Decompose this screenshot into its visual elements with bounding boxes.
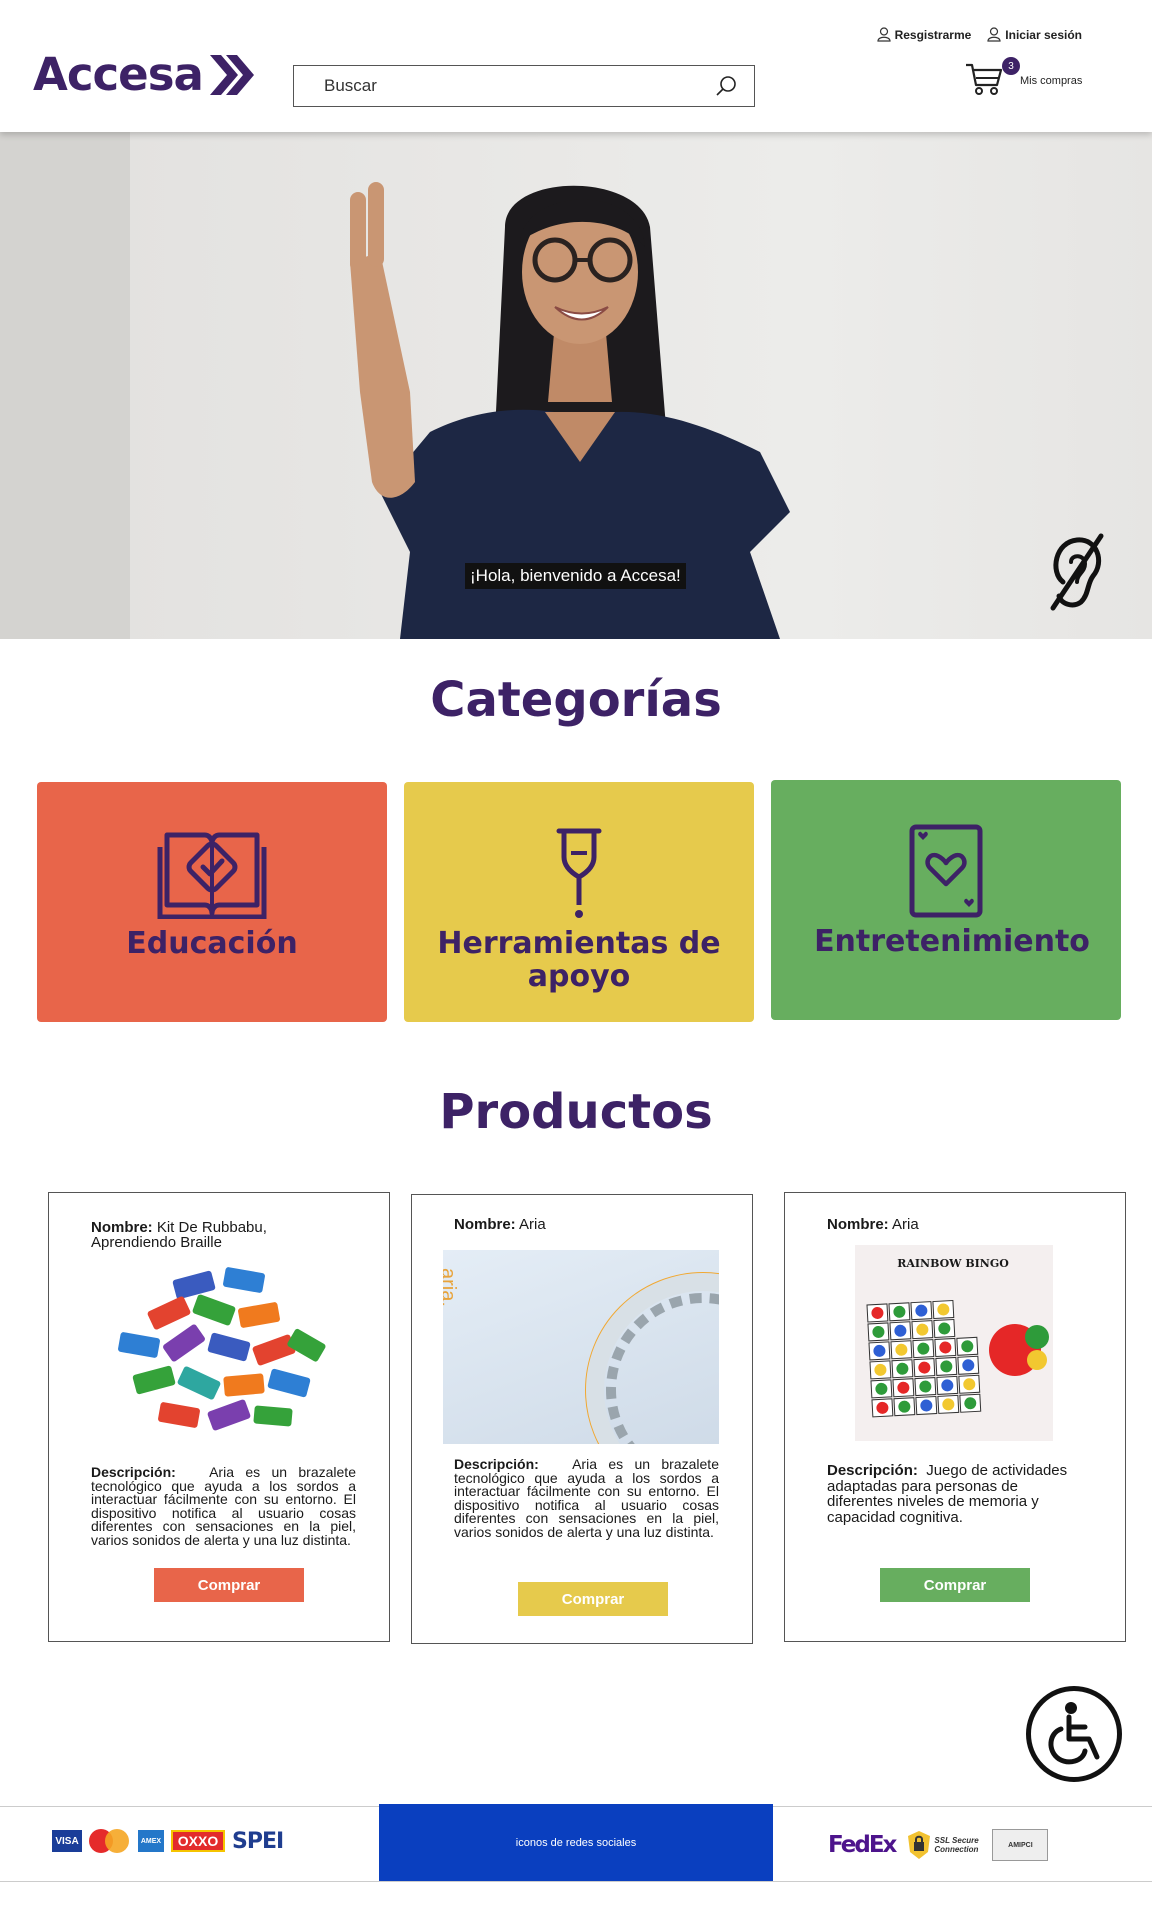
product-name: Nombre: Aria	[827, 1217, 919, 1232]
ssl-badge: SSL Secure Connection	[907, 1830, 980, 1860]
amex-text: AMEX	[140, 1837, 162, 1845]
user-icon	[876, 27, 891, 42]
fedex-logo: FedEx	[828, 1832, 897, 1858]
category-card-education[interactable]: Educación	[37, 782, 387, 1022]
search-bar[interactable]	[293, 65, 755, 107]
spei-logo: SPEI	[232, 1828, 284, 1854]
crutch-icon	[554, 827, 604, 919]
login-label: Iniciar sesión	[1005, 27, 1082, 42]
product-card: Nombre: Aria aria. Descripción: Aria es …	[411, 1194, 753, 1644]
deaf-sign-icon[interactable]	[1045, 532, 1111, 612]
buy-button[interactable]: Comprar	[880, 1568, 1030, 1602]
playing-card-heart-icon	[908, 824, 984, 918]
amipci-seal: AMIPCI	[992, 1829, 1049, 1861]
register-label: Resgistrarme	[894, 27, 972, 42]
category-label: Herramientas de apoyo	[437, 926, 721, 994]
bracelet-image	[585, 1272, 719, 1444]
product-image[interactable]	[114, 1265, 334, 1435]
product-description: Descripción: Juego de actividades adapta…	[827, 1463, 1077, 1525]
social-icons-placeholder[interactable]: iconos de redes sociales	[379, 1804, 773, 1881]
user-icon	[987, 27, 1001, 42]
wheelchair-icon	[1048, 1702, 1100, 1765]
page: Accesa Resgistrarme	[0, 0, 1152, 1923]
buy-button[interactable]: Comprar	[518, 1582, 668, 1616]
register-link[interactable]: Resgistrarme	[876, 27, 972, 42]
product-description-value: Aria es un brazalete tecnológico que ayu…	[91, 1464, 356, 1548]
category-card-support-tools[interactable]: Herramientas de apoyo	[404, 782, 754, 1022]
cart-label: Mis compras	[1020, 75, 1083, 87]
accessibility-button[interactable]	[1026, 1686, 1122, 1782]
amex-logo: AMEX	[138, 1830, 164, 1852]
category-label: Entretenimiento	[814, 924, 1090, 959]
site-header: Accesa Resgistrarme	[0, 0, 1152, 132]
shopping-cart-icon	[966, 63, 1003, 95]
description-label: Descripción:	[827, 1462, 918, 1479]
open-book-check-icon	[157, 827, 267, 919]
cart-count-badge: 3	[1002, 57, 1020, 75]
hero-video[interactable]: ¡Hola, bienvenido a Accesa!	[0, 132, 1152, 639]
product-image[interactable]: RAINBOW BINGO	[855, 1245, 1053, 1441]
oxxo-logo: OXXO	[171, 1830, 225, 1852]
product-name-value: Aria	[519, 1216, 546, 1233]
trust-badges: FedEx SSL Secure Connection AMIPCI	[828, 1829, 1049, 1861]
payment-methods: VISA AMEX OXXO SPEI	[52, 1828, 284, 1854]
ssl-text: SSL Secure Connection	[934, 1836, 979, 1854]
product-description-value: Aria es un brazalete tecnológico que ayu…	[454, 1456, 719, 1540]
product-card: Nombre: Aria RAINBOW BINGO Descripción: …	[784, 1192, 1126, 1642]
visa-logo: VISA	[52, 1830, 82, 1852]
double-chevron-icon	[209, 54, 254, 95]
product-name-value: Aria	[892, 1216, 919, 1233]
bingo-board-image	[866, 1299, 1049, 1418]
mastercard-logo	[89, 1829, 131, 1853]
logo[interactable]: Accesa	[33, 48, 257, 101]
product-image[interactable]: aria.	[443, 1250, 719, 1444]
name-label: Nombre:	[454, 1216, 516, 1233]
category-label: Educación	[126, 926, 298, 961]
product-name: Nombre: Aria	[454, 1217, 546, 1232]
buy-button[interactable]: Comprar	[154, 1568, 304, 1602]
product-description: Descripción: Aria es un brazalete tecnol…	[91, 1464, 356, 1548]
login-link[interactable]: Iniciar sesión	[987, 27, 1082, 42]
account-links: Resgistrarme Iniciar sesión	[876, 27, 1082, 42]
product-name: Nombre: Kit De Rubbabu, Aprendiendo Brai…	[91, 1220, 331, 1250]
product-card: Nombre: Kit De Rubbabu, Aprendiendo Brai…	[48, 1192, 390, 1642]
categories-title: Categorías	[430, 672, 722, 728]
category-card-entertainment[interactable]: Entretenimiento	[771, 780, 1121, 1020]
cart-button[interactable]: 3 Mis compras	[964, 57, 1082, 97]
search-input[interactable]	[324, 76, 714, 96]
lock-icon	[908, 1831, 931, 1859]
products-title: Productos	[439, 1084, 713, 1140]
product-description: Descripción: Aria es un brazalete tecnol…	[454, 1456, 719, 1540]
search-icon[interactable]	[714, 74, 738, 98]
video-caption: ¡Hola, bienvenido a Accesa!	[465, 563, 686, 589]
name-label: Nombre:	[827, 1216, 889, 1233]
logo-text: Accesa	[33, 48, 204, 101]
